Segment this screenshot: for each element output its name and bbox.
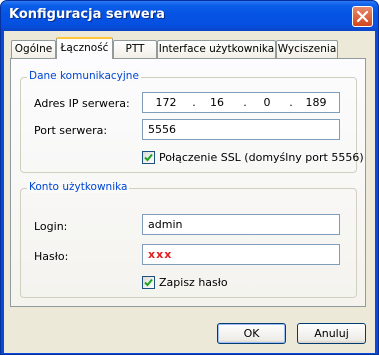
ssl-checkbox[interactable]: [142, 151, 155, 164]
ip-dot-3: .: [289, 96, 293, 109]
password-value: xxx: [148, 248, 173, 261]
ip-address-input[interactable]: 172 . 16 . 0 . 189: [142, 92, 340, 113]
ip-octet-4[interactable]: 189: [301, 93, 331, 112]
ip-dot-1: .: [192, 96, 196, 109]
group-communication-title: Dane komunikacyjne: [27, 70, 141, 82]
group-account: Konto użytkownika Login: admin Hasło: xx…: [20, 181, 357, 298]
ok-button[interactable]: OK: [217, 323, 286, 344]
tab-lacznosc[interactable]: Łączność: [56, 37, 113, 59]
checkmark-icon: [144, 153, 153, 162]
login-label: Login:: [34, 220, 68, 233]
checkmark-icon: [144, 278, 153, 287]
port-input[interactable]: 5556: [142, 119, 340, 140]
window-title: Konfiguracja serwera: [9, 7, 165, 22]
password-input[interactable]: xxx: [142, 244, 340, 265]
close-button[interactable]: [352, 6, 373, 27]
port-label: Port serwera:: [34, 124, 108, 137]
tab-ptt[interactable]: PTT: [113, 40, 157, 58]
ssl-label[interactable]: Połączenie SSL (domyślny port 5556): [159, 151, 364, 164]
ip-octet-3[interactable]: 0: [252, 93, 282, 112]
login-input[interactable]: admin: [142, 214, 340, 235]
ip-label: Adres IP serwera:: [34, 97, 130, 110]
cancel-button[interactable]: Anuluj: [297, 323, 366, 344]
ip-dot-2: .: [243, 96, 247, 109]
ip-octet-2[interactable]: 16: [202, 93, 232, 112]
group-account-title: Konto użytkownika: [27, 181, 130, 193]
tab-interface[interactable]: Interface użytkownika: [157, 40, 276, 58]
title-bar[interactable]: Konfiguracja serwera: [1, 1, 378, 31]
dialog-window: Konfiguracja serwera Ogólne Łączność PTT…: [0, 0, 379, 355]
password-label: Hasło:: [34, 250, 69, 263]
dialog-client: Ogólne Łączność PTT Interface użytkownik…: [4, 31, 375, 353]
ip-octet-1[interactable]: 172: [151, 93, 181, 112]
close-icon: [356, 10, 369, 23]
save-password-checkbox[interactable]: [142, 276, 155, 289]
save-password-label[interactable]: Zapisz hasło: [159, 276, 228, 289]
group-communication: Dane komunikacyjne Adres IP serwera: 172…: [20, 70, 364, 173]
tab-panel-lacznosc: Dane komunikacyjne Adres IP serwera: 172…: [10, 58, 366, 307]
tab-ogolne[interactable]: Ogólne: [11, 40, 56, 58]
tab-wyciszenia[interactable]: Wyciszenia: [276, 40, 338, 58]
